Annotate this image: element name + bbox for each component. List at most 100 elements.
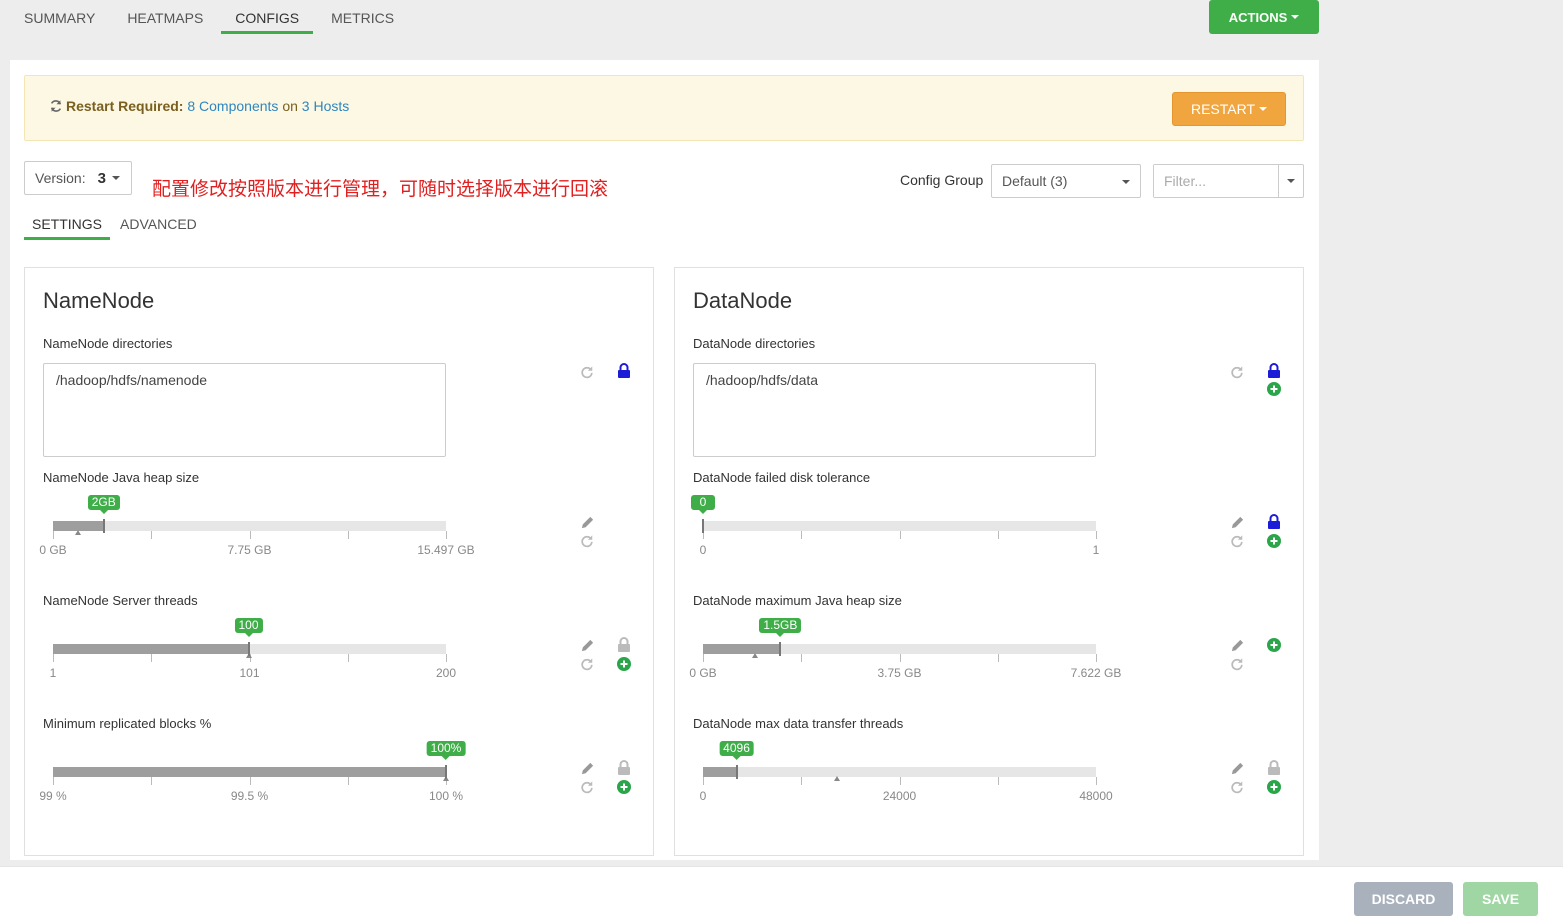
hosts-link[interactable]: 3 Hosts [302,98,349,114]
datanode-directories-input[interactable] [693,363,1096,457]
restart-button[interactable]: RESTART [1172,92,1286,126]
lock-icon[interactable] [1266,363,1282,379]
caret-down-icon [1122,180,1130,184]
default-value-marker [751,653,758,658]
slider-tick-label: 7.75 GB [227,543,272,557]
lock-icon[interactable] [616,760,632,776]
undo-icon[interactable] [1229,656,1245,672]
discard-button[interactable]: DISCARD [1354,882,1453,916]
default-value-marker [834,776,841,781]
slider-track[interactable] [703,767,1096,777]
config-group-label: Config Group [900,172,984,188]
caret-down-icon [111,176,120,180]
add-override-icon[interactable] [616,779,632,795]
lock-icon[interactable] [1266,760,1282,776]
undo-icon[interactable] [579,656,595,672]
pencil-icon[interactable] [579,637,595,653]
lock-icon[interactable] [1266,514,1282,530]
undo-icon[interactable] [579,533,595,549]
slider-tick-label: 200 [435,666,457,680]
slider-tick-label: 24000 [882,789,917,803]
slider-fill [703,644,781,654]
save-button[interactable]: SAVE [1463,882,1538,916]
slider-tick-label: 3.75 GB [877,666,922,680]
caret-down-icon [1287,179,1295,183]
lock-icon[interactable] [616,637,632,653]
namenode-card: NameNode NameNode directories NameNode J… [24,267,654,856]
tab-heatmaps[interactable]: HEATMAPS [113,0,217,34]
version-dropdown[interactable]: Version: 3 [24,161,132,195]
components-link[interactable]: 8 Components [187,98,278,114]
namenode-directories-input[interactable] [43,363,446,457]
slider-track[interactable] [53,521,446,531]
add-override-icon[interactable] [1266,779,1282,795]
slider-tick [151,654,152,662]
slider-handle[interactable] [702,519,704,533]
slider-tick [998,531,999,539]
pencil-icon[interactable] [1229,514,1245,530]
slider-handle[interactable] [247,642,250,656]
pencil-icon[interactable] [1229,637,1245,653]
failed-disk-slider[interactable]: 0 0 1 [691,495,1099,557]
slider-tick-label: 99.5 % [230,789,269,803]
transfer-threads-slider[interactable]: 4096 0 24000 48000 [700,741,1113,803]
namenode-heap-slider[interactable]: 2GB 0 GB 7.75 GB 15.497 GB [39,495,475,557]
slider-value-bubble: 100% [426,741,466,760]
pencil-icon[interactable] [1229,760,1245,776]
add-override-icon[interactable] [1266,533,1282,549]
undo-icon[interactable] [579,364,595,380]
slider-handle[interactable] [779,642,782,656]
slider-fill [703,767,737,777]
slider-tick-label: 7.622 GB [1070,666,1122,680]
slider-handle[interactable] [102,519,105,533]
undo-icon[interactable] [1229,533,1245,549]
namenode-threads-slider[interactable]: 100 1 101 200 [50,618,456,680]
tab-summary[interactable]: SUMMARY [10,0,109,34]
pencil-icon[interactable] [579,760,595,776]
slider-tick [250,777,251,785]
slider-tick-label: 101 [239,666,260,680]
slider-tick-label: 99 % [39,789,67,803]
tab-settings[interactable]: SETTINGS [24,212,111,240]
restart-label: RESTART [1190,101,1256,117]
slider-track[interactable] [703,521,1096,531]
undo-icon[interactable] [579,779,595,795]
tab-advanced[interactable]: ADVANCED [112,212,205,240]
min-blocks-slider[interactable]: 100% 99 % 99.5 % 100 % [39,741,466,803]
undo-icon[interactable] [1229,779,1245,795]
namenode-directories-label: NameNode directories [43,336,173,351]
add-override-icon[interactable] [1266,637,1282,653]
filter-input[interactable] [1154,165,1278,197]
slider-tick [900,777,901,785]
slider-tick [1096,777,1097,785]
slider-tick-label: 100 % [428,789,464,803]
filter-dropdown-toggle[interactable] [1278,165,1303,197]
slider-tick [53,531,54,539]
slider-handle[interactable] [735,765,738,779]
slider-tick-label: 1 [49,666,57,680]
restart-alert: Restart Required: 8 Components on 3 Host… [24,75,1304,141]
slider-value-bubble: 2GB [87,495,120,514]
tab-metrics[interactable]: METRICS [317,0,408,34]
slider-tick [1096,654,1097,662]
slider-tick [250,531,251,539]
sub-tabs: SETTINGS ADVANCED [24,212,207,240]
actions-button[interactable]: ACTIONS [1209,0,1319,34]
add-override-icon[interactable] [616,656,632,672]
slider-tick [53,777,54,785]
namenode-threads-label: NameNode Server threads [43,593,198,608]
default-value-marker [75,530,82,535]
datanode-heap-slider[interactable]: 1.5GB 0 GB 3.75 GB 7.622 GB [689,618,1121,680]
lock-icon[interactable] [616,363,632,379]
undo-icon[interactable] [1229,364,1245,380]
slider-tick-label: 0 [699,543,707,557]
slider-tick-label: 15.497 GB [417,543,475,557]
datanode-heap-label: DataNode maximum Java heap size [693,593,902,608]
config-group-select[interactable]: Default (3) [991,164,1141,198]
slider-handle[interactable] [445,765,447,779]
version-value: 3 [97,169,106,187]
filter-box [1153,164,1304,198]
pencil-icon[interactable] [579,514,595,530]
add-override-icon[interactable] [1266,381,1282,397]
tab-configs[interactable]: CONFIGS [221,0,314,34]
